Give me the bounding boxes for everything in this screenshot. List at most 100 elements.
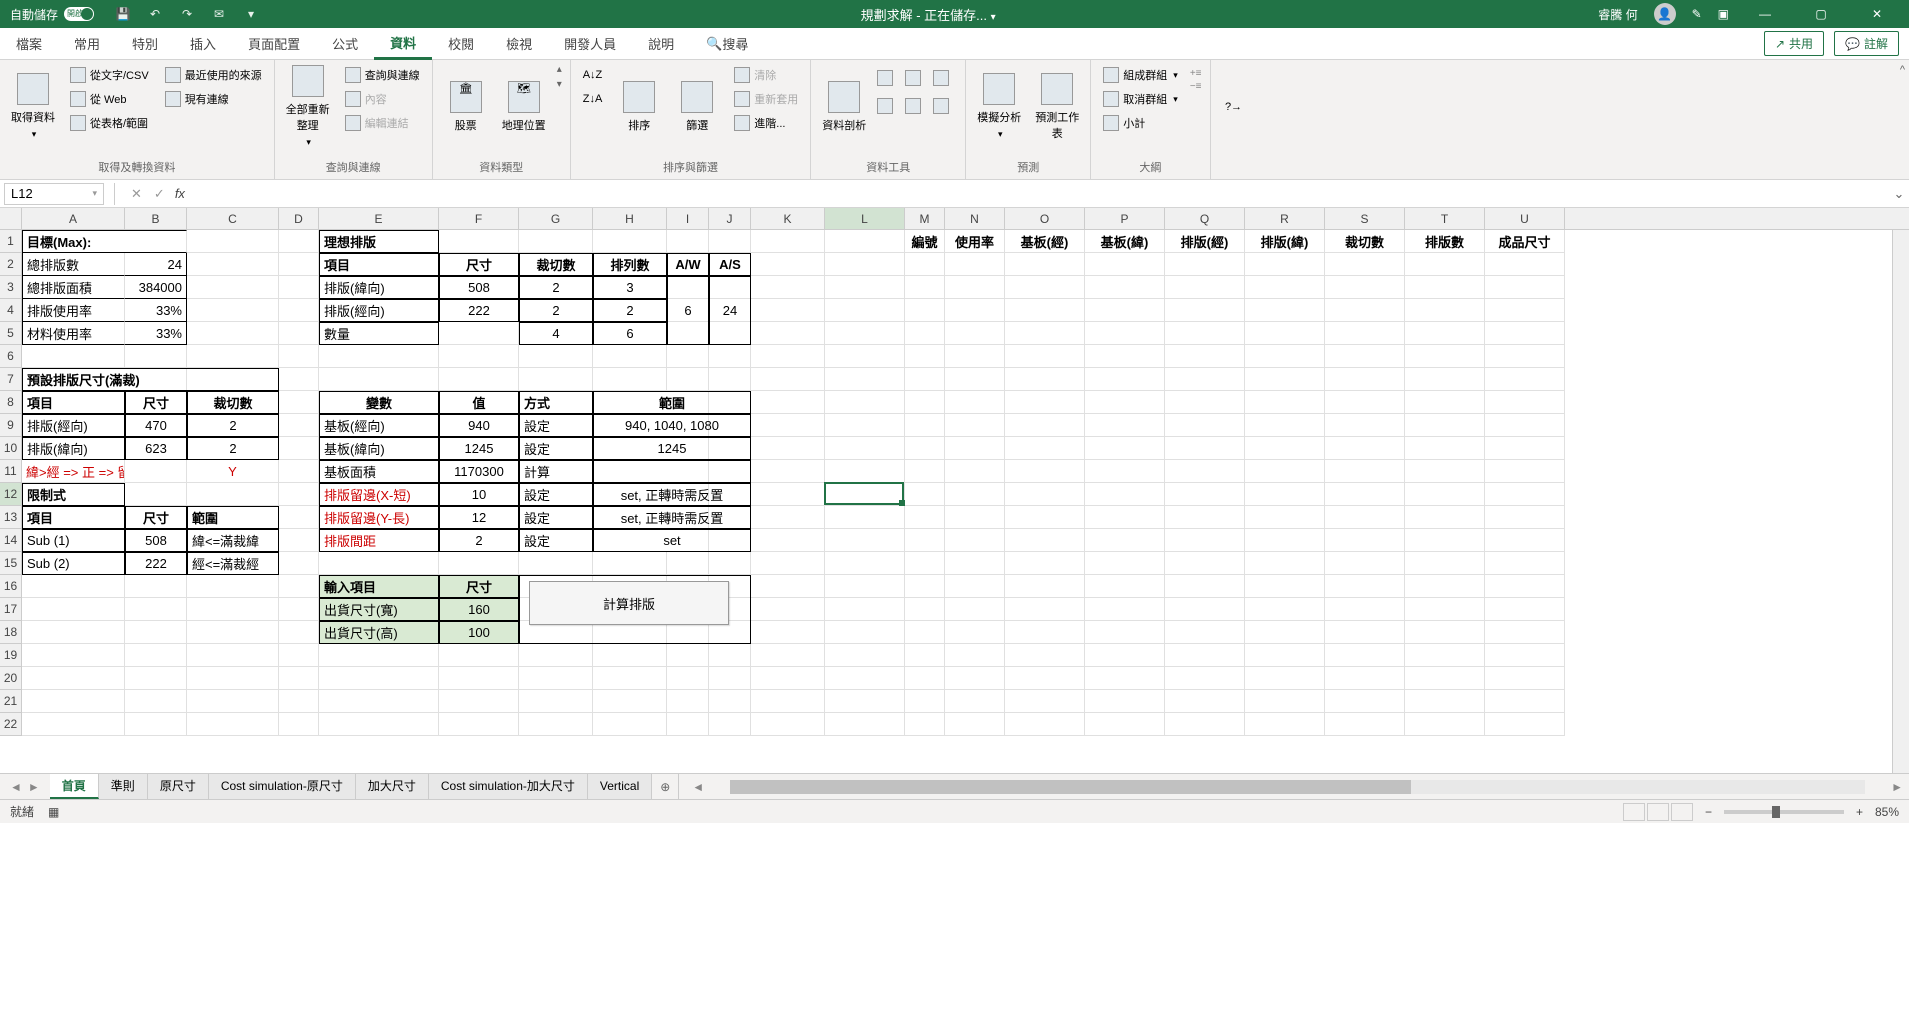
comments-button[interactable]: 💬 註解 [1834, 31, 1899, 56]
cell-A1[interactable]: 目標(Max): [22, 230, 187, 253]
cell-D16[interactable] [279, 575, 319, 598]
col-header-P[interactable]: P [1085, 208, 1165, 229]
cell-C18[interactable] [187, 621, 279, 644]
row-header-3[interactable]: 3 [0, 276, 21, 299]
row-header-4[interactable]: 4 [0, 299, 21, 322]
cell-I22[interactable] [667, 713, 709, 736]
cell-M1[interactable]: 編號 [905, 230, 945, 253]
cell-A14[interactable]: Sub (1) [22, 529, 125, 552]
cell-Q22[interactable] [1165, 713, 1245, 736]
cell-D22[interactable] [279, 713, 319, 736]
col-header-A[interactable]: A [22, 208, 125, 229]
cell-P2[interactable] [1085, 253, 1165, 276]
cell-R10[interactable] [1245, 437, 1325, 460]
cell-S21[interactable] [1325, 690, 1405, 713]
sheet-tab-enlarge[interactable]: 加大尺寸 [356, 774, 429, 799]
cell-Q12[interactable] [1165, 483, 1245, 506]
row-header-16[interactable]: 16 [0, 575, 21, 598]
cell-T20[interactable] [1405, 667, 1485, 690]
row-header-22[interactable]: 22 [0, 713, 21, 736]
cell-R21[interactable] [1245, 690, 1325, 713]
col-header-D[interactable]: D [279, 208, 319, 229]
cell-M2[interactable] [905, 253, 945, 276]
cell-F8[interactable]: 值 [439, 391, 519, 414]
sort-button[interactable]: 排序 [614, 64, 664, 149]
cell-B6[interactable] [125, 345, 187, 368]
sheet-tab-home[interactable]: 首頁 [50, 774, 99, 799]
cell-G20[interactable] [519, 667, 593, 690]
cell-L18[interactable] [825, 621, 905, 644]
cell-E22[interactable] [319, 713, 439, 736]
existing-conn-button[interactable]: 現有連線 [161, 88, 266, 110]
cell-R4[interactable] [1245, 299, 1325, 322]
row-header-1[interactable]: 1 [0, 230, 21, 253]
column-headers[interactable]: ABCDEFGHIJKLMNOPQRSTU [22, 208, 1909, 230]
undo-icon[interactable]: ↶ [146, 5, 164, 23]
cell-M20[interactable] [905, 667, 945, 690]
cell-R12[interactable] [1245, 483, 1325, 506]
cell-A8[interactable]: 項目 [22, 391, 125, 414]
cell-H10[interactable]: 1245 [593, 437, 751, 460]
cell-D9[interactable] [279, 414, 319, 437]
cell-C11[interactable]: Y [187, 460, 279, 483]
cell-U6[interactable] [1485, 345, 1565, 368]
cell-S12[interactable] [1325, 483, 1405, 506]
cell-C3[interactable] [187, 276, 279, 299]
cell-M17[interactable] [905, 598, 945, 621]
cell-M10[interactable] [905, 437, 945, 460]
cell-C19[interactable] [187, 644, 279, 667]
cell-Q6[interactable] [1165, 345, 1245, 368]
cell-F20[interactable] [439, 667, 519, 690]
cell-L1[interactable] [825, 230, 905, 253]
cell-K4[interactable] [751, 299, 825, 322]
cell-K10[interactable] [751, 437, 825, 460]
cell-J21[interactable] [709, 690, 751, 713]
cell-B5[interactable]: 33% [125, 322, 187, 345]
cell-Q3[interactable] [1165, 276, 1245, 299]
cell-H2[interactable]: 排列數 [593, 253, 667, 276]
cell-A12[interactable]: 限制式 [22, 483, 125, 506]
redo-icon[interactable]: ↷ [178, 5, 196, 23]
cell-E7[interactable] [319, 368, 439, 391]
cell-K13[interactable] [751, 506, 825, 529]
expand-formula-bar-icon[interactable]: ⌄ [1889, 186, 1909, 202]
cell-A7[interactable]: 預設排版尺寸(滿裁) [22, 368, 279, 391]
row-header-14[interactable]: 14 [0, 529, 21, 552]
cell-N20[interactable] [945, 667, 1005, 690]
cell-O6[interactable] [1005, 345, 1085, 368]
cell-E8[interactable]: 變數 [319, 391, 439, 414]
search-box[interactable]: 🔍 搜尋 [690, 28, 764, 60]
cell-E16[interactable]: 輸入項目 [319, 575, 439, 598]
cell-G10[interactable]: 設定 [519, 437, 593, 460]
cell-M22[interactable] [905, 713, 945, 736]
cell-Q21[interactable] [1165, 690, 1245, 713]
tab-data[interactable]: 資料 [374, 28, 432, 60]
sort-za-button[interactable]: Z↓A [579, 88, 607, 110]
cell-B8[interactable]: 尺寸 [125, 391, 187, 414]
cell-J2[interactable]: A/S [709, 253, 751, 276]
whatif-button[interactable]: 模擬分析▾ [974, 64, 1024, 149]
cell-N22[interactable] [945, 713, 1005, 736]
cell-T17[interactable] [1405, 598, 1485, 621]
show-detail-icon[interactable]: +≡ [1190, 68, 1202, 79]
cell-C21[interactable] [187, 690, 279, 713]
cell-O12[interactable] [1005, 483, 1085, 506]
cell-U1[interactable]: 成品尺寸 [1485, 230, 1565, 253]
cell-K17[interactable] [751, 598, 825, 621]
cell-P16[interactable] [1085, 575, 1165, 598]
row-header-15[interactable]: 15 [0, 552, 21, 575]
sheet-nav-prev-icon[interactable]: ◄ [10, 780, 22, 794]
hide-detail-icon[interactable]: −≡ [1190, 81, 1202, 92]
col-header-O[interactable]: O [1005, 208, 1085, 229]
col-header-C[interactable]: C [187, 208, 279, 229]
cell-A19[interactable] [22, 644, 125, 667]
cell-H5[interactable]: 6 [593, 322, 667, 345]
zoom-in-button[interactable]: + [1856, 805, 1863, 819]
cell-D6[interactable] [279, 345, 319, 368]
cell-B18[interactable] [125, 621, 187, 644]
cell-H8[interactable]: 範圍 [593, 391, 751, 414]
cell-A17[interactable] [22, 598, 125, 621]
cell-K22[interactable] [751, 713, 825, 736]
cell-T13[interactable] [1405, 506, 1485, 529]
cell-C12[interactable] [187, 483, 279, 506]
